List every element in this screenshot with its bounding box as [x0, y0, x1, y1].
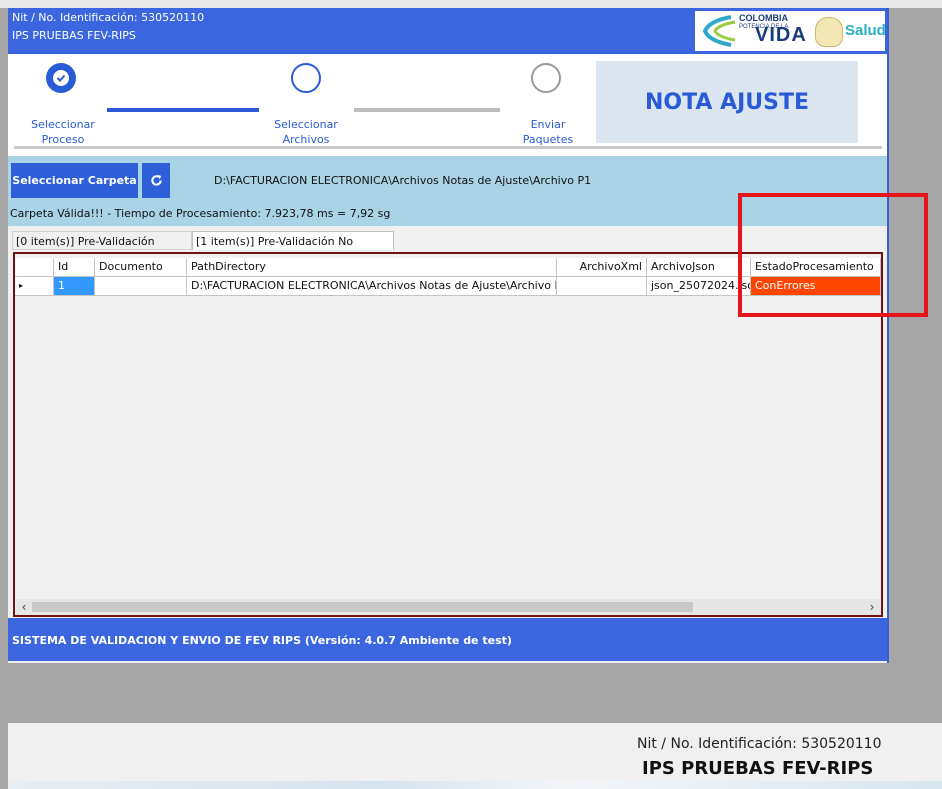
scroll-right-icon[interactable]: ›: [864, 599, 880, 615]
step-2-label-line1: Seleccionar: [274, 118, 338, 131]
step-1-label-line1: Seleccionar: [31, 118, 95, 131]
column-header-archivojson[interactable]: ArchivoJson: [647, 258, 751, 277]
logo-vida-text: VIDA: [755, 24, 807, 46]
cell-archivojson[interactable]: json_25072024.json: [647, 277, 751, 296]
step-3-indicator[interactable]: [531, 63, 561, 93]
step-1-label-line2: Proceso: [41, 133, 85, 146]
refresh-button[interactable]: [142, 163, 170, 198]
window-top-strip: [0, 0, 942, 8]
logo-colombia-text: COLOMBIA: [739, 13, 788, 23]
document-type-title: NOTA AJUSTE: [596, 61, 858, 143]
cell-archivoxml[interactable]: [557, 277, 647, 296]
select-folder-button[interactable]: Seleccionar Carpeta: [11, 163, 138, 198]
step-3-label[interactable]: Enviar Paquetes: [498, 117, 598, 147]
step-1-label[interactable]: Seleccionar Proceso: [18, 117, 108, 147]
row-selector-icon[interactable]: ▸: [15, 277, 54, 296]
column-header-id[interactable]: Id: [54, 258, 95, 277]
bottom-nit: Nit / No. Identificación: 530520110: [637, 736, 882, 752]
step-2-indicator[interactable]: [291, 63, 321, 93]
cell-id[interactable]: 1: [54, 277, 95, 296]
bottom-decoration: [8, 781, 942, 789]
horizontal-scrollbar[interactable]: ‹ ›: [16, 599, 880, 615]
colombia-swoosh-icon: [702, 15, 736, 47]
column-header-archivoxml[interactable]: ArchivoXml: [557, 258, 647, 277]
cell-pathdirectory[interactable]: D:\FACTURACION ELECTRONICA\Archivos Nota…: [187, 277, 557, 296]
step-2-label-line2: Archivos: [282, 133, 330, 146]
tab-validation-failed[interactable]: [1 item(s)] Pre-Validación No Exitosa: [192, 231, 394, 267]
refresh-icon: [150, 174, 162, 186]
stepper-divider: [14, 146, 882, 149]
scrollbar-thumb[interactable]: [32, 602, 693, 612]
header-ips-name: IPS PRUEBAS FEV-RIPS: [12, 29, 136, 42]
app-window: Nit / No. Identificación: 530520110 IPS …: [8, 8, 889, 663]
step-1-indicator[interactable]: [46, 63, 76, 93]
logo-salud-text: Salud: [845, 22, 886, 39]
column-header-selector: [15, 258, 54, 277]
column-header-documento[interactable]: Documento: [95, 258, 187, 277]
header-nit: Nit / No. Identificación: 530520110: [12, 11, 205, 24]
app-footer: SISTEMA DE VALIDACION Y ENVIO DE FEV RIP…: [8, 618, 887, 661]
column-header-pathdirectory[interactable]: PathDirectory: [187, 258, 557, 277]
step-progress-bar-2: [354, 108, 500, 112]
coat-of-arms-icon: [815, 17, 843, 47]
scroll-left-icon[interactable]: ‹: [16, 599, 32, 615]
footer-version-text: SISTEMA DE VALIDACION Y ENVIO DE FEV RIP…: [12, 634, 512, 647]
step-3-label-line2: Paquetes: [522, 133, 574, 146]
processing-status: Carpeta Válida!!! - Tiempo de Procesamie…: [10, 207, 391, 220]
step-3-label-line1: Enviar: [530, 118, 566, 131]
selected-folder-path: D:\FACTURACION ELECTRONICA\Archivos Nota…: [214, 174, 592, 187]
bottom-info-panel: Nit / No. Identificación: 530520110 IPS …: [8, 723, 942, 789]
step-progress-bar-1: [107, 108, 259, 112]
cell-documento[interactable]: [95, 277, 187, 296]
check-icon: [53, 70, 69, 86]
app-header: Nit / No. Identificación: 530520110 IPS …: [8, 8, 887, 54]
government-logo: COLOMBIA POTENCIA DE LA VIDA Salud: [695, 11, 886, 51]
bottom-ips-name: IPS PRUEBAS FEV-RIPS: [642, 758, 874, 779]
step-2-label[interactable]: Seleccionar Archivos: [256, 117, 356, 147]
process-stepper: Seleccionar Proceso Seleccionar Archivos…: [8, 54, 887, 158]
tab-validation-success[interactable]: [0 item(s)] Pre-Validación Exitosa: [12, 231, 192, 267]
highlight-annotation-box: [738, 193, 928, 317]
